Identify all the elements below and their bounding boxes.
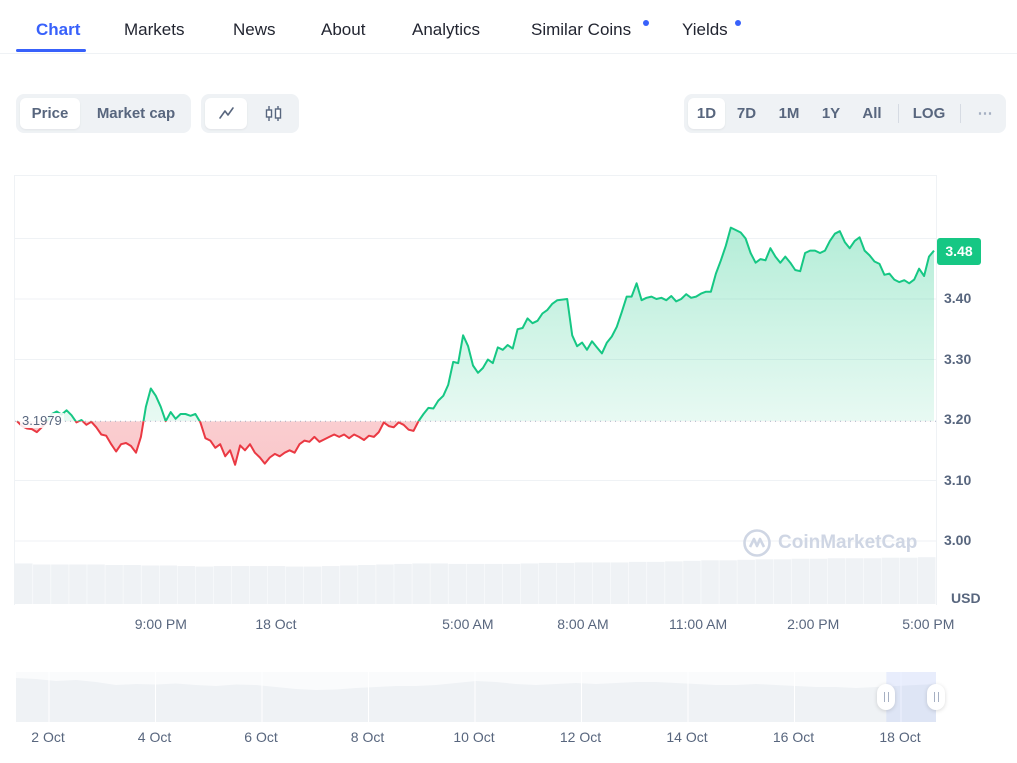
navigator-date-label: 16 Oct bbox=[772, 729, 815, 745]
navigator-date-label: 4 Oct bbox=[137, 729, 172, 745]
navigator-date-label: 18 Oct bbox=[879, 729, 921, 745]
grip-icon bbox=[883, 692, 889, 702]
navigator-date-label: 6 Oct bbox=[244, 729, 278, 745]
grip-icon bbox=[933, 692, 939, 702]
range-navigator[interactable] bbox=[0, 0, 1017, 763]
navigator-left-handle[interactable] bbox=[877, 684, 896, 710]
navigator-right-handle[interactable] bbox=[927, 684, 945, 710]
navigator-date-label: 10 Oct bbox=[453, 729, 495, 745]
navigator-date-label: 8 Oct bbox=[350, 729, 385, 745]
navigator-date-label: 12 Oct bbox=[559, 729, 602, 745]
navigator-date-label: 2 Oct bbox=[31, 729, 65, 745]
navigator-date-label: 14 Oct bbox=[666, 729, 708, 745]
